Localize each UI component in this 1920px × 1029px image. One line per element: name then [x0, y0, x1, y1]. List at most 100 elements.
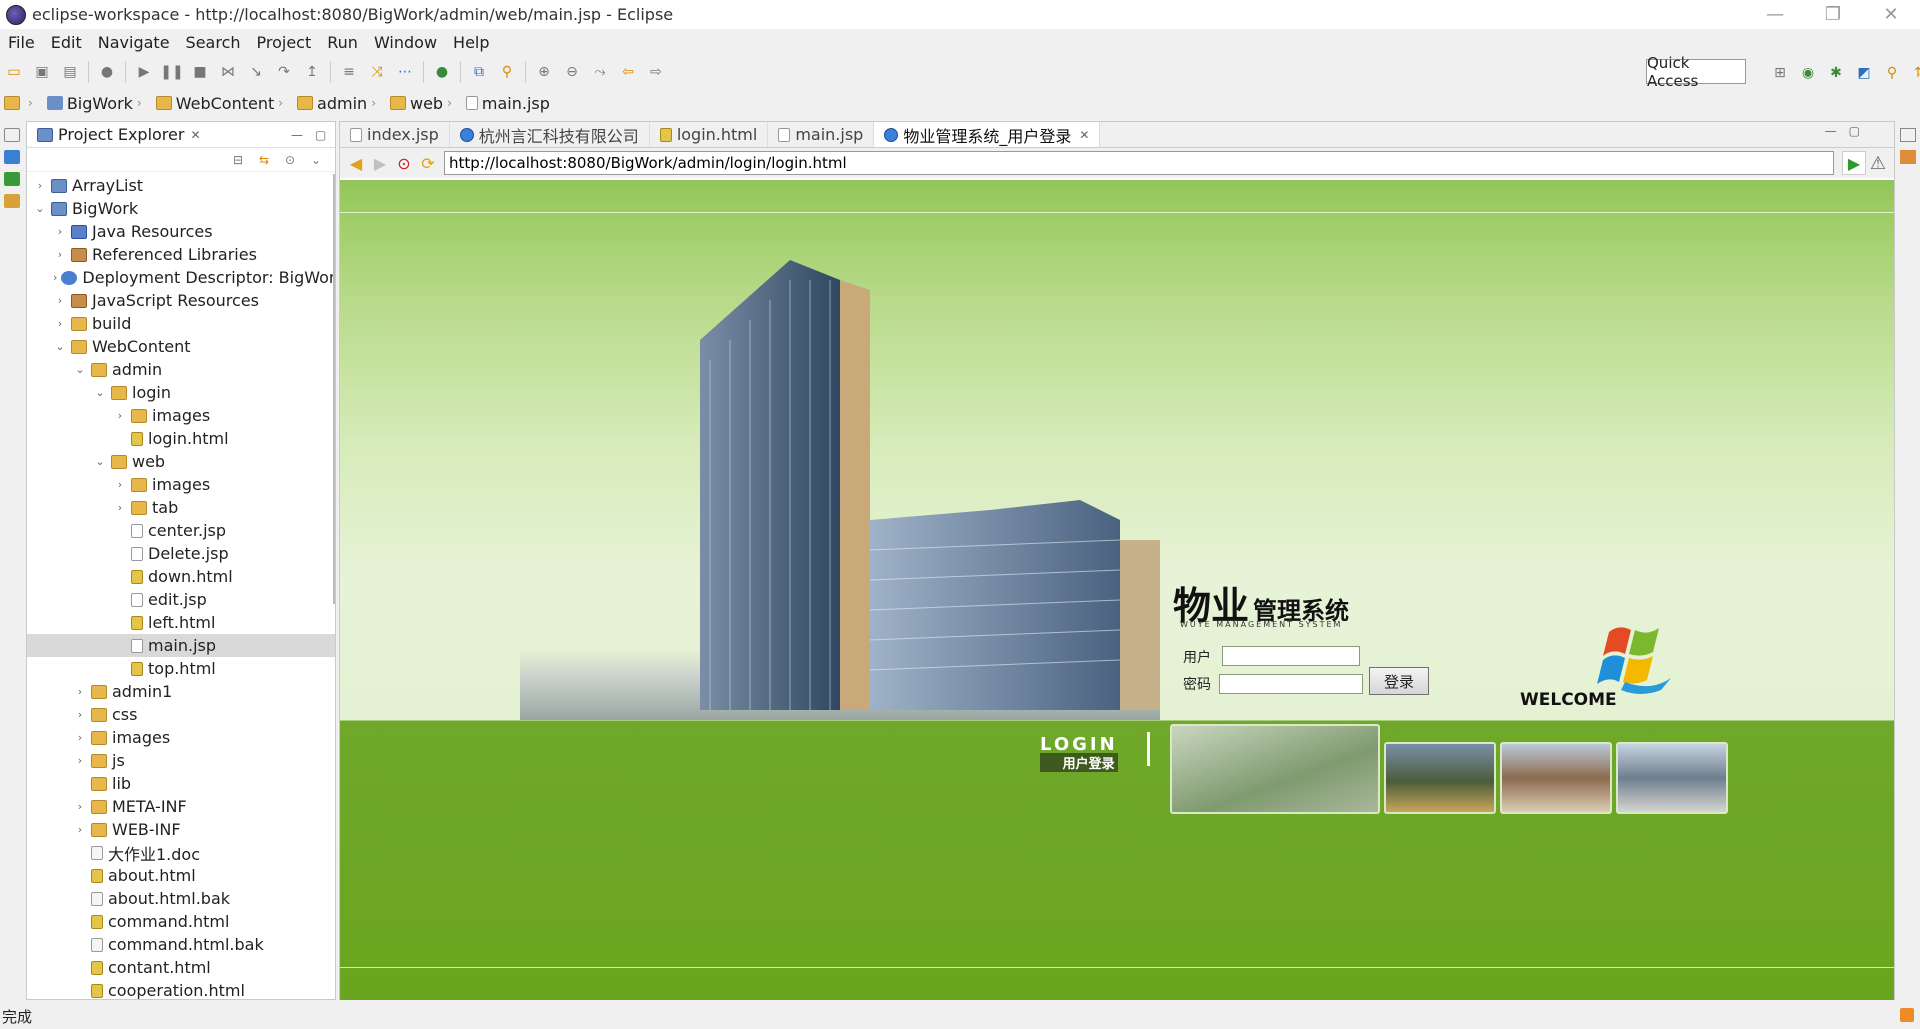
user-icon[interactable]: ●	[96, 61, 118, 83]
minimize-editor-icon[interactable]: —	[1825, 124, 1837, 138]
tree-item[interactable]: ⌄ admin	[27, 358, 335, 381]
breadcrumb-admin[interactable]: admin ›	[293, 94, 380, 113]
tree-item[interactable]: left.html	[27, 611, 335, 634]
menu-project[interactable]: Project	[249, 33, 320, 52]
debug-perspective-icon[interactable]: ✱	[1825, 62, 1847, 84]
menu-run[interactable]: Run	[319, 33, 366, 52]
refresh-icon[interactable]: ⟳	[418, 153, 438, 173]
tree-item[interactable]: › Referenced Libraries	[27, 243, 335, 266]
tree-item[interactable]: › images	[27, 473, 335, 496]
close-button[interactable]: ✕	[1862, 0, 1920, 29]
expand-toggle-icon[interactable]: ⌄	[73, 363, 87, 376]
link-editor-icon[interactable]: ⇆	[256, 153, 272, 167]
tree-item[interactable]: edit.jsp	[27, 588, 335, 611]
breadcrumb-web[interactable]: web ›	[386, 94, 456, 113]
breadcrumb-webcontent[interactable]: WebContent ›	[152, 94, 287, 113]
quick-access-field[interactable]: Quick Access	[1646, 54, 1746, 90]
expand-toggle-icon[interactable]: ›	[73, 754, 87, 767]
save-all-icon[interactable]: ▤	[59, 61, 81, 83]
disconnect-icon[interactable]: ⋈	[217, 61, 239, 83]
url-input[interactable]	[444, 151, 1834, 175]
tree-item[interactable]: cooperation.html	[27, 979, 335, 999]
expand-toggle-icon[interactable]: ›	[113, 478, 127, 491]
tree-item[interactable]: down.html	[27, 565, 335, 588]
tree-item[interactable]: › images	[27, 404, 335, 427]
step-into-icon[interactable]: ↘	[245, 61, 267, 83]
expand-toggle-icon[interactable]: ⌄	[53, 340, 67, 353]
expand-toggle-icon[interactable]: ⌄	[93, 455, 107, 468]
tree-item[interactable]: 大作业1.doc	[27, 841, 335, 864]
forward-arrow-icon[interactable]: ▶	[370, 153, 390, 173]
breadcrumb-workspace[interactable]: ›	[0, 96, 37, 110]
previous-annotation-icon[interactable]: ⊖	[561, 61, 583, 83]
minimize-view-icon[interactable]: —	[291, 128, 307, 142]
tree-item[interactable]: command.html	[27, 910, 335, 933]
login-button[interactable]: 登录	[1369, 667, 1429, 695]
search-icon[interactable]: ⚲	[496, 61, 518, 83]
tab-project-explorer[interactable]: Project Explorer ✕	[27, 125, 207, 144]
expand-toggle-icon[interactable]: ›	[53, 271, 57, 284]
view-menu-icon[interactable]: ⌄	[308, 153, 324, 167]
expand-toggle-icon[interactable]: ›	[73, 731, 87, 744]
step-return-icon[interactable]: ↥	[301, 61, 323, 83]
editor-tab[interactable]: main.jsp	[768, 122, 875, 147]
step-over-icon[interactable]: ↷	[273, 61, 295, 83]
last-edit-icon[interactable]: ⤳	[589, 61, 611, 83]
expand-toggle-icon[interactable]: ›	[33, 179, 47, 192]
expand-toggle-icon[interactable]: ›	[73, 708, 87, 721]
tree-item[interactable]: › images	[27, 726, 335, 749]
tree-item[interactable]: › admin1	[27, 680, 335, 703]
username-input[interactable]	[1222, 646, 1360, 666]
scrollbar[interactable]	[333, 174, 335, 604]
expand-toggle-icon[interactable]: ›	[53, 317, 67, 330]
expand-toggle-icon[interactable]: ›	[53, 225, 67, 238]
debug-view-icon[interactable]	[4, 172, 20, 186]
open-type-icon[interactable]: ⧉	[468, 61, 490, 83]
tree-item[interactable]: › js	[27, 749, 335, 772]
collapse-all-icon[interactable]: ⊟	[230, 153, 246, 167]
restore-button[interactable]: ❐	[1804, 0, 1862, 29]
team-perspective-icon[interactable]: ⇅	[1909, 62, 1920, 84]
expand-toggle-icon[interactable]: ›	[73, 800, 87, 813]
editor-tab[interactable]: 杭州言汇科技有限公司	[450, 122, 650, 147]
tree-item[interactable]: contant.html	[27, 956, 335, 979]
breadcrumb-project[interactable]: BigWork ›	[43, 94, 146, 113]
tree-item[interactable]: Delete.jsp	[27, 542, 335, 565]
expand-toggle-icon[interactable]: ›	[113, 409, 127, 422]
forward-icon[interactable]: ⇨	[645, 61, 667, 83]
new-icon[interactable]: ▭	[3, 61, 25, 83]
breadcrumb-file[interactable]: main.jsp	[462, 94, 550, 113]
save-icon[interactable]: ▣	[31, 61, 53, 83]
maximize-editor-icon[interactable]: ▢	[1849, 124, 1860, 138]
go-button[interactable]: ▶	[1842, 151, 1866, 175]
password-input[interactable]	[1219, 674, 1363, 694]
tree-item[interactable]: › build	[27, 312, 335, 335]
resume-icon[interactable]: ▶	[133, 61, 155, 83]
tree-item[interactable]: main.jsp	[27, 634, 335, 657]
tree-item[interactable]: login.html	[27, 427, 335, 450]
git-perspective-icon[interactable]: ◉	[1797, 62, 1819, 84]
tree-item[interactable]: › css	[27, 703, 335, 726]
menu-edit[interactable]: Edit	[43, 33, 90, 52]
tree-item[interactable]: ⌄ WebContent	[27, 335, 335, 358]
stop-icon[interactable]: ⊙	[394, 153, 414, 173]
suspend-icon[interactable]: ❚❚	[160, 61, 183, 83]
expand-toggle-icon[interactable]: ›	[53, 248, 67, 261]
tree-item[interactable]: about.html.bak	[27, 887, 335, 910]
back-arrow-icon[interactable]: ◀	[346, 153, 366, 173]
editor-tab[interactable]: index.jsp	[340, 122, 450, 147]
back-icon[interactable]: ⇦	[617, 61, 639, 83]
maximize-view-icon[interactable]: ▢	[315, 128, 331, 142]
close-icon[interactable]: ✕	[1079, 128, 1089, 142]
tree-item[interactable]: command.html.bak	[27, 933, 335, 956]
javaee-perspective-icon[interactable]: ◩	[1853, 62, 1875, 84]
expand-toggle-icon[interactable]: ›	[53, 294, 67, 307]
expand-toggle-icon[interactable]: ›	[73, 823, 87, 836]
tree-item[interactable]: › WEB-INF	[27, 818, 335, 841]
terminate-icon[interactable]: ■	[189, 61, 211, 83]
menu-navigate[interactable]: Navigate	[90, 33, 178, 52]
toggle-mark-icon[interactable]: ≡	[338, 61, 360, 83]
feed-icon[interactable]	[1900, 1008, 1914, 1022]
annotation-icon[interactable]: ⊕	[533, 61, 555, 83]
tasks-view-icon[interactable]	[4, 194, 20, 208]
